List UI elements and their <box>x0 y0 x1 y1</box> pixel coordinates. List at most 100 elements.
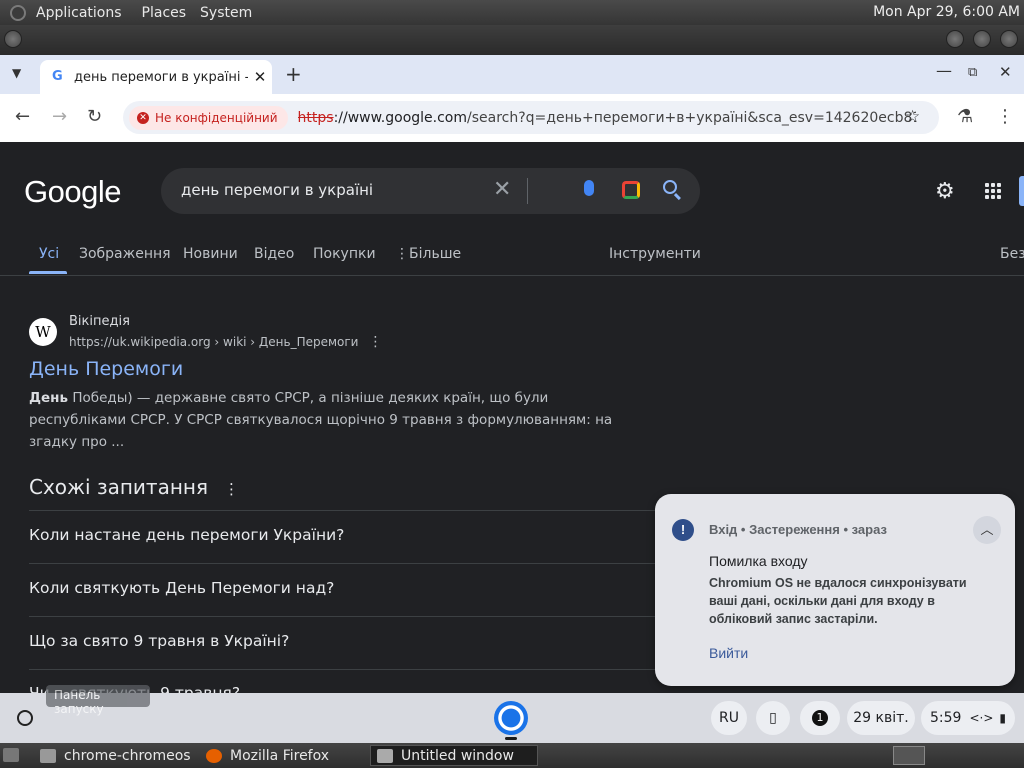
paa-menu-icon[interactable]: ⋮ <box>224 480 239 498</box>
more-menu-icon[interactable]: ⋮ <box>996 108 1014 126</box>
task-firefox[interactable]: Mozilla Firefox <box>200 745 364 766</box>
battery-icon: ▮ <box>999 711 1006 725</box>
url-text[interactable]: https://www.google.com/search?q=день+пер… <box>298 110 916 126</box>
search-icon[interactable] <box>663 180 677 194</box>
panel-clock[interactable]: Mon Apr 29, 6:00 AM <box>873 4 1020 20</box>
network-icon: <·> <box>969 711 994 725</box>
menu-places[interactable]: Places <box>142 5 187 21</box>
voice-search-icon[interactable] <box>584 180 594 196</box>
google-favicon-icon: G <box>52 69 63 84</box>
notification-header: Вхід • Застереження • зараз <box>709 522 887 537</box>
reload-icon[interactable]: ↻ <box>87 108 102 126</box>
url-host: ://www.google.com <box>333 109 468 126</box>
window-icon <box>377 748 393 763</box>
folder-icon <box>40 748 56 763</box>
search-divider <box>527 178 528 204</box>
wikipedia-favicon-icon[interactable]: W <box>29 318 57 346</box>
related-question[interactable]: Коли святкують День Перемоги над? <box>29 579 729 597</box>
tab-news[interactable]: Новини <box>183 246 238 262</box>
forward-icon[interactable]: → <box>52 108 67 126</box>
chromium-app-icon[interactable] <box>494 701 528 735</box>
related-question[interactable]: Коли настане день перемоги України? <box>29 526 729 544</box>
gnome-foot-icon[interactable] <box>10 4 26 21</box>
result-menu-icon[interactable]: ⋮ <box>368 334 382 350</box>
date-tray[interactable]: 29 квіт. <box>847 701 915 735</box>
tab-search-icon[interactable]: ▼ <box>12 66 21 80</box>
url-path: /search?q=день+перемоги+в+україні&sca_es… <box>467 109 916 126</box>
running-indicator <box>505 737 517 740</box>
clear-icon[interactable]: ✕ <box>493 177 511 202</box>
window-minimize-button[interactable] <box>946 30 964 48</box>
alert-icon: ! <box>672 519 694 541</box>
search-query[interactable]: день перемоги в україні <box>181 181 373 199</box>
more-dots-icon[interactable]: ⋮ <box>395 246 409 262</box>
launcher-circle-icon[interactable] <box>17 710 33 726</box>
google-apps-icon[interactable] <box>985 183 1001 199</box>
show-desktop-icon[interactable] <box>3 748 19 762</box>
result-breadcrumb[interactable]: https://uk.wikipedia.org › wiki › День_П… <box>69 334 382 350</box>
ime-indicator[interactable]: RU <box>711 701 747 735</box>
safesearch-button[interactable]: Без <box>1000 246 1024 262</box>
tab-shopping[interactable]: Покупки <box>313 246 376 262</box>
sign-in-error-notification[interactable]: ! Вхід • Застереження • зараз ︿ Помилка … <box>655 494 1015 686</box>
divider <box>29 616 729 617</box>
result-source[interactable]: Вікіпедія <box>69 314 130 329</box>
firefox-icon <box>206 748 222 763</box>
google-logo[interactable]: Google <box>24 174 121 210</box>
notification-title: Помилка входу <box>709 553 808 569</box>
not-private-badge[interactable]: ✕ Не конфіденційний <box>129 105 288 130</box>
window-close-button[interactable] <box>1000 30 1018 48</box>
not-private-label: Не конфіденційний <box>155 110 278 125</box>
result-title-link[interactable]: День Перемоги <box>29 358 183 380</box>
notification-body: Chromium OS не вдалося синхронізувати ва… <box>709 576 967 626</box>
sign-in-button-edge[interactable] <box>1019 176 1024 206</box>
close-window-icon[interactable]: ✕ <box>999 63 1012 81</box>
status-tray[interactable]: 5:59 <·> ▮ <box>921 701 1015 735</box>
tools-button[interactable]: Інструменти <box>609 246 701 262</box>
shelf: Панель запуску RU ▯ 1 29 квіт. 5:59 <·> ▮ <box>0 685 1024 743</box>
workspace-switcher[interactable] <box>893 746 925 765</box>
settings-gear-icon[interactable]: ⚙ <box>935 179 955 204</box>
shelf-time: 5:59 <box>930 710 962 726</box>
bookmark-star-icon[interactable]: ☆ <box>905 107 920 127</box>
search-box[interactable]: день перемоги в україні ✕ <box>161 168 700 214</box>
url-scheme: https <box>297 109 334 126</box>
window-titlebar <box>0 25 1024 55</box>
menu-applications[interactable]: Applications <box>36 5 122 21</box>
labs-flask-icon[interactable]: ⚗ <box>957 108 973 126</box>
tab-google-search[interactable]: G день перемоги в україні - Пош ✕ <box>40 60 272 94</box>
divider <box>29 563 729 564</box>
window-maximize-button[interactable] <box>973 30 991 48</box>
tab-images[interactable]: Зображення <box>79 246 171 262</box>
close-tab-icon[interactable]: ✕ <box>248 68 272 86</box>
back-icon[interactable]: ← <box>15 108 30 126</box>
task-untitled-window[interactable]: Untitled window <box>370 745 538 766</box>
tab-all[interactable]: Усі <box>39 246 59 262</box>
task-chrome-chromeos[interactable]: chrome-chromeos <box>34 745 196 766</box>
tab-videos[interactable]: Відео <box>254 246 294 262</box>
minimize-icon[interactable]: — <box>936 61 952 80</box>
launcher-tooltip: Панель запуску <box>46 685 150 716</box>
lens-icon[interactable] <box>622 181 640 199</box>
omnibox[interactable]: ✕ Не конфіденційний https://www.google.co… <box>123 101 939 134</box>
menu-system[interactable]: System <box>200 5 252 21</box>
phone-hub-icon[interactable]: ▯ <box>756 701 790 735</box>
tab-title: день перемоги в україні - Пош <box>74 69 248 85</box>
tab-strip: ▼ G день перемоги в україні - Пош ✕ + — … <box>0 55 1024 94</box>
sign-out-button[interactable]: Вийти <box>709 645 748 661</box>
new-tab-button[interactable]: + <box>285 62 302 86</box>
bottom-taskbar: chrome-chromeos Mozilla Firefox Untitled… <box>0 743 1024 768</box>
related-questions-title: Схожі запитання ⋮ <box>29 475 240 499</box>
divider <box>29 669 729 670</box>
divider <box>29 510 729 511</box>
tab-more[interactable]: Більше <box>409 246 461 262</box>
search-tabs: Усі Зображення Новини Відео Покупки ⋮ Бі… <box>0 238 1024 276</box>
restore-icon[interactable]: ⧉ <box>968 65 977 80</box>
window-menu-button[interactable] <box>4 30 22 48</box>
notification-count-badge[interactable]: 1 <box>800 701 840 735</box>
top-panel: Applications Places System Mon Apr 29, 6… <box>0 0 1024 25</box>
related-question[interactable]: Що за свято 9 травня в Україні? <box>29 632 729 650</box>
warning-icon: ✕ <box>137 111 149 124</box>
result-snippet: День Победы) — державне свято СРСР, а пі… <box>29 390 613 450</box>
collapse-chevron-icon[interactable]: ︿ <box>973 516 1001 544</box>
